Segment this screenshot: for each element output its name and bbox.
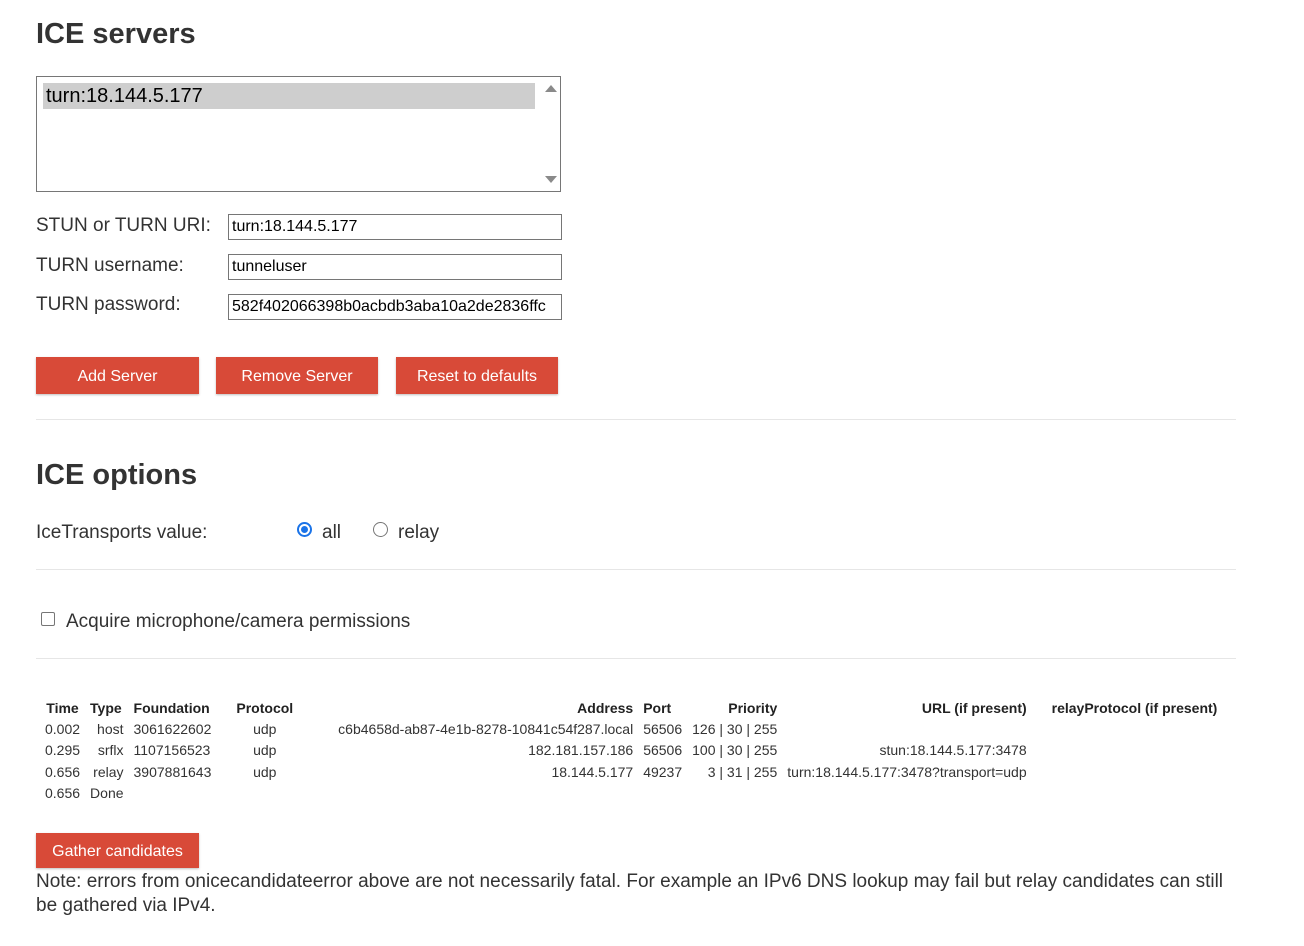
cell-port: 56506 <box>643 742 683 759</box>
radio-relay-label[interactable]: relay <box>398 522 439 544</box>
table-header-row: Time Type Foundation Protocol Address Po… <box>40 697 1222 718</box>
cell-done-status: Done <box>90 785 124 802</box>
col-address: Address <box>577 699 634 716</box>
server-list-scrollbar[interactable] <box>542 77 560 191</box>
cell-priority: 100 | 30 | 255 <box>692 742 778 759</box>
ice-options-heading: ICE options <box>36 459 198 491</box>
cell-url <box>782 718 1031 740</box>
radio-all[interactable] <box>297 522 312 537</box>
table-row: 0.656 relay 3907881643 udp 18.144.5.177 … <box>40 761 1222 783</box>
radio-relay[interactable] <box>373 522 388 537</box>
cell-address: 18.144.5.177 <box>551 763 634 780</box>
cell-relay-protocol <box>1032 718 1223 740</box>
ice-transports-label: IceTransports value: <box>36 522 208 543</box>
password-input[interactable] <box>228 294 562 320</box>
ice-servers-heading: ICE servers <box>36 18 196 50</box>
note-text: Note: errors from onicecandidateerror ab… <box>36 871 1224 916</box>
cell-relay-protocol <box>1032 761 1223 783</box>
permissions-checkbox[interactable] <box>41 612 55 626</box>
uri-label: STUN or TURN URI: <box>36 215 211 236</box>
reset-defaults-button[interactable]: Reset to defaults <box>396 357 558 394</box>
cell-address: c6b4658d-ab87-4e1b-8278-10841c54f287.loc… <box>338 720 634 737</box>
cell-port: 56506 <box>643 720 683 737</box>
cell-priority: 126 | 30 | 255 <box>692 720 778 737</box>
col-foundation: Foundation <box>133 699 210 716</box>
col-relay-protocol: relayProtocol (if present) <box>1051 699 1218 716</box>
col-port: Port <box>643 699 672 716</box>
cell-time: 0.295 <box>45 742 81 759</box>
server-list-item[interactable]: turn:18.144.5.177 <box>43 83 535 109</box>
gather-candidates-button[interactable]: Gather candidates <box>36 833 199 868</box>
cell-url: stun:18.144.5.177:3478 <box>879 742 1027 759</box>
divider <box>36 419 1236 420</box>
add-server-button[interactable]: Add Server <box>36 357 199 394</box>
col-type: Type <box>90 699 122 716</box>
cell-protocol: udp <box>253 742 277 759</box>
scroll-down-arrow-icon[interactable] <box>545 176 557 183</box>
col-priority: Priority <box>728 699 778 716</box>
scroll-up-arrow-icon[interactable] <box>545 85 557 92</box>
divider <box>36 658 1236 659</box>
cell-foundation: 3907881643 <box>133 763 212 780</box>
cell-protocol: udp <box>253 763 277 780</box>
username-label: TURN username: <box>36 255 184 276</box>
cell-url: turn:18.144.5.177:3478?transport=udp <box>787 763 1027 780</box>
cell-time: 0.656 <box>45 763 81 780</box>
cell-protocol: udp <box>253 720 277 737</box>
radio-all-label[interactable]: all <box>322 522 341 544</box>
cell-time: 0.002 <box>45 720 81 737</box>
cell-priority: 3 | 31 | 255 <box>707 763 778 780</box>
uri-input[interactable] <box>228 214 562 240</box>
table-row: 0.002 host 3061622602 udp c6b4658d-ab87-… <box>40 718 1222 740</box>
cell-type: relay <box>93 763 124 780</box>
table-row: 0.295 srflx 1107156523 udp 182.181.157.1… <box>40 740 1222 762</box>
cell-foundation: 1107156523 <box>133 742 211 759</box>
ice-server-list[interactable]: turn:18.144.5.177 <box>36 76 561 192</box>
password-label: TURN password: <box>36 294 181 315</box>
cell-foundation: 3061622602 <box>133 720 212 737</box>
cell-type: srflx <box>97 742 124 759</box>
username-input[interactable] <box>228 254 562 280</box>
col-url: URL (if present) <box>921 699 1027 716</box>
divider <box>36 569 1236 570</box>
cell-time: 0.656 <box>45 785 81 802</box>
col-protocol: Protocol <box>236 699 294 716</box>
cell-address: 182.181.157.186 <box>528 742 634 759</box>
cell-port: 49237 <box>643 763 683 780</box>
cell-relay-protocol <box>1032 740 1223 762</box>
cell-type: host <box>97 720 124 737</box>
permissions-label[interactable]: Acquire microphone/camera permissions <box>66 611 410 633</box>
candidates-table: Time Type Foundation Protocol Address Po… <box>40 697 1222 804</box>
table-row-done: 0.656 Done <box>40 783 1222 805</box>
remove-server-button[interactable]: Remove Server <box>216 357 378 394</box>
col-time: Time <box>46 699 79 716</box>
